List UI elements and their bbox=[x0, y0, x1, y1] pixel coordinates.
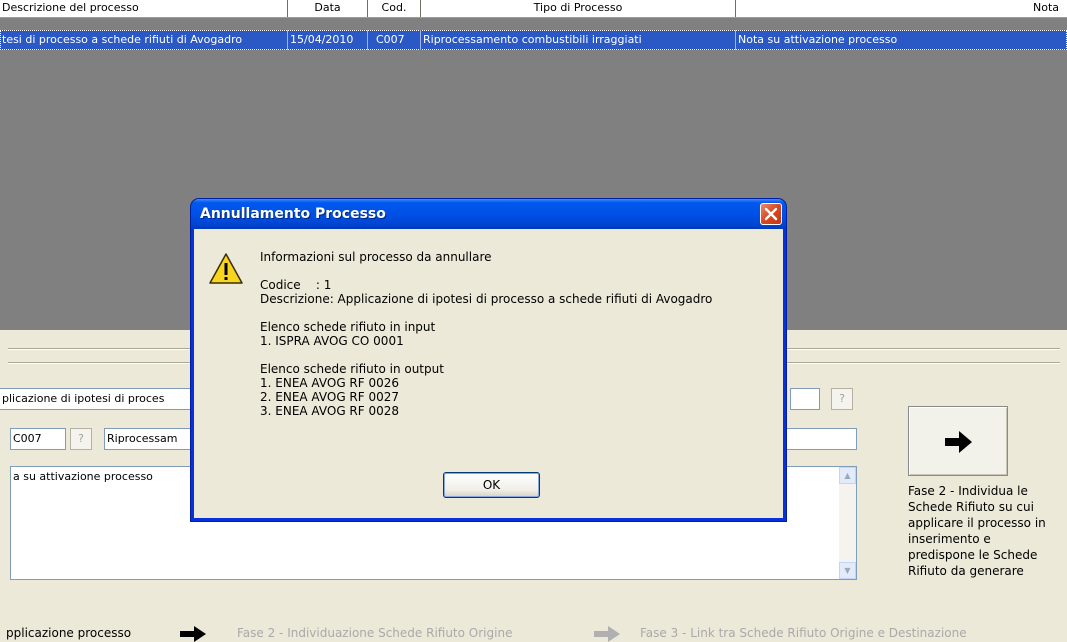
column-header-cod[interactable]: Cod. bbox=[368, 0, 421, 17]
next-step-description: Fase 2 - Individua le Schede Rifiuto su … bbox=[908, 484, 1046, 578]
ok-button[interactable]: OK bbox=[443, 472, 540, 498]
close-icon bbox=[764, 207, 778, 221]
dialog-body: Informazioni sul processo da annullare C… bbox=[194, 229, 783, 518]
dialog-title: Annullamento Processo bbox=[200, 206, 386, 222]
column-header-tipo[interactable]: Tipo di Processo bbox=[421, 0, 736, 17]
dialog-titlebar[interactable]: Annullamento Processo bbox=[191, 199, 786, 229]
tipo-field-extension[interactable] bbox=[786, 428, 857, 450]
annullamento-dialog: Annullamento Processo Informazioni sul p… bbox=[191, 199, 786, 521]
step-current-label: pplicazione processo bbox=[6, 626, 132, 640]
descrizione-field[interactable]: plicazione di ipotesi di proces bbox=[0, 388, 196, 410]
codice-field[interactable]: C007 bbox=[10, 428, 66, 450]
table-row[interactable]: tesi di processo a schede rifiuti di Avo… bbox=[0, 30, 1067, 50]
grid-header: Descrizione del processo Data Cod. Tipo … bbox=[0, 0, 1067, 18]
step-2-label: Fase 2 - Individuazione Schede Rifiuto O… bbox=[237, 626, 513, 640]
help-button[interactable]: ? bbox=[831, 388, 853, 410]
chevron-up-icon: ▲ bbox=[844, 471, 851, 480]
column-header-nota[interactable]: Nota bbox=[736, 0, 1067, 17]
aux-field[interactable] bbox=[790, 388, 820, 410]
note-text: a su attivazione processo bbox=[13, 470, 153, 483]
cell-cod: C007 bbox=[368, 30, 421, 50]
column-header-descrizione[interactable]: Descrizione del processo bbox=[0, 0, 288, 17]
cell-data: 15/04/2010 bbox=[288, 30, 368, 50]
scroll-up-button[interactable]: ▲ bbox=[839, 467, 856, 484]
cell-nota: Nota su attivazione processo bbox=[738, 33, 898, 46]
dialog-message: Informazioni sul processo da annullare C… bbox=[260, 250, 713, 418]
codice-help-button[interactable]: ? bbox=[70, 428, 92, 450]
step-3-label: Fase 3 - Link tra Schede Rifiuto Origine… bbox=[640, 626, 967, 640]
arrow-right-icon bbox=[594, 626, 620, 642]
column-header-data[interactable]: Data bbox=[288, 0, 368, 17]
cell-descrizione: tesi di processo a schede rifiuti di Avo… bbox=[0, 30, 288, 50]
arrow-right-icon bbox=[945, 431, 972, 453]
cell-tipo: Riprocessamento combustibili irraggiati bbox=[421, 30, 736, 50]
close-button[interactable] bbox=[760, 203, 782, 225]
warning-icon bbox=[209, 253, 243, 284]
scroll-down-button[interactable]: ▼ bbox=[839, 562, 856, 579]
chevron-down-icon: ▼ bbox=[844, 566, 851, 575]
next-step-button[interactable] bbox=[908, 406, 1008, 476]
tipo-field[interactable]: Riprocessam bbox=[104, 428, 194, 450]
note-scrollbar[interactable]: ▲ ▼ bbox=[839, 467, 856, 579]
arrow-right-icon bbox=[180, 626, 206, 642]
